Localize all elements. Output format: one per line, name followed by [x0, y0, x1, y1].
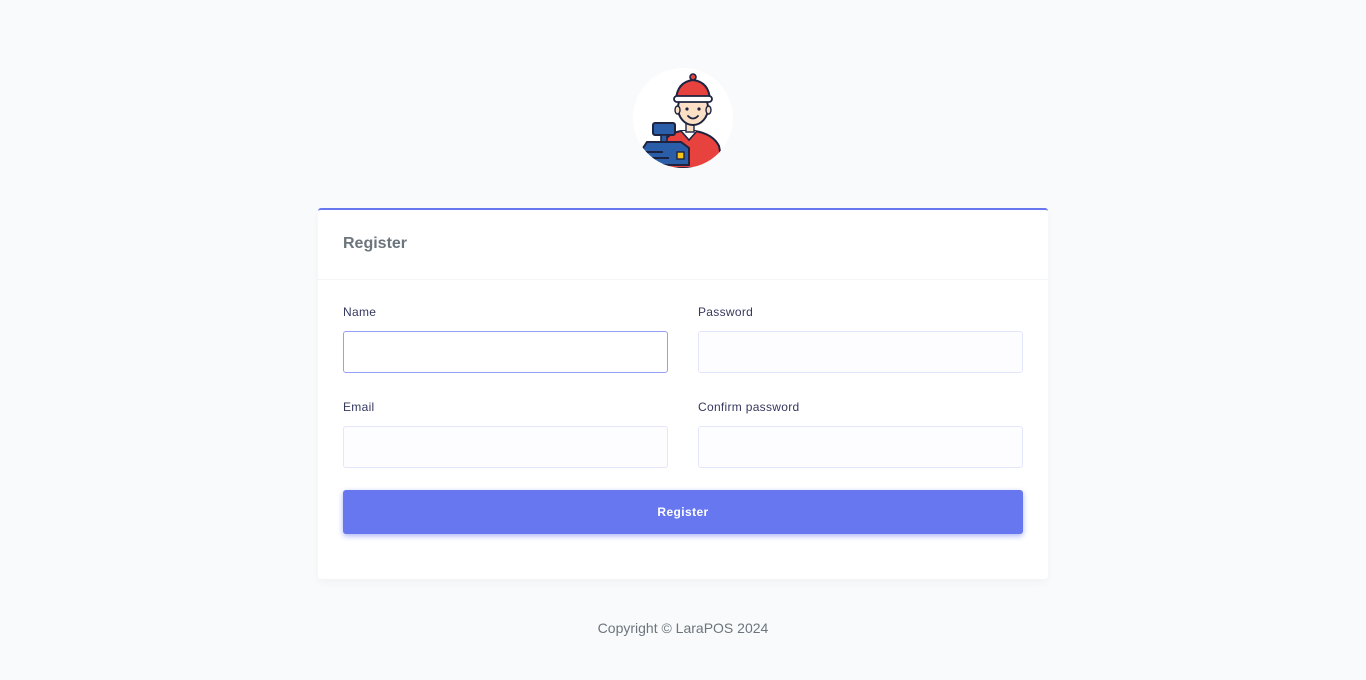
copyright-text: Copyright © LaraPOS 2024 [597, 620, 769, 636]
name-field-group: Name [343, 305, 668, 373]
card-title: Register [343, 234, 408, 252]
email-input[interactable] [343, 426, 668, 468]
cashier-avatar-icon [633, 68, 733, 168]
confirm-password-field-group: Confirm password [698, 400, 1023, 468]
name-input[interactable] [343, 331, 668, 373]
email-label: Email [343, 400, 375, 414]
name-label: Name [343, 305, 377, 319]
register-page: Register Name Password Email Confirm pas… [0, 0, 1366, 680]
register-button[interactable]: Register [343, 490, 1023, 534]
password-field-group: Password [698, 305, 1023, 373]
password-input[interactable] [698, 331, 1023, 373]
card-header: Register [318, 210, 1048, 280]
confirm-password-label: Confirm password [698, 400, 800, 414]
email-field-group: Email [343, 400, 668, 468]
confirm-password-input[interactable] [698, 426, 1023, 468]
register-card: Register Name Password Email Confirm pas… [318, 208, 1048, 579]
password-label: Password [698, 305, 754, 319]
